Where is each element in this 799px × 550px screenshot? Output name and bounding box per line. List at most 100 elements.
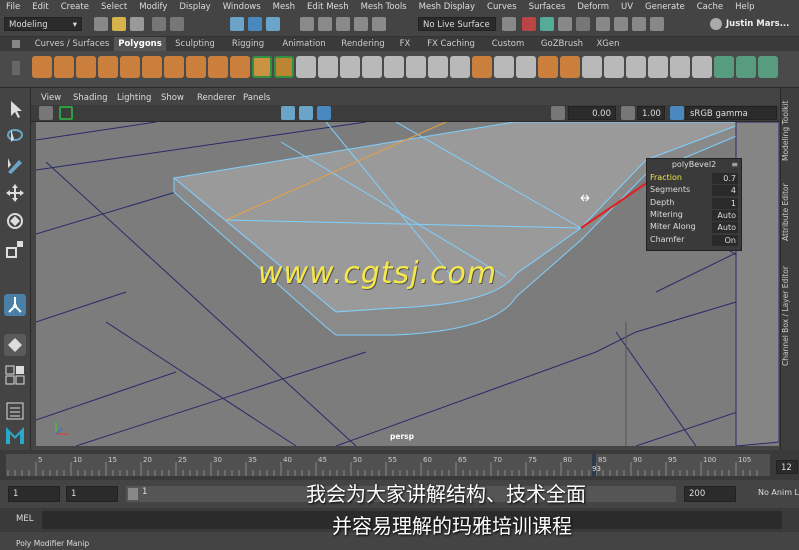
shelf-tab-animation[interactable]: Animation xyxy=(276,37,332,51)
outliner-layout-icon[interactable] xyxy=(4,400,26,422)
sew-uvs-icon[interactable] xyxy=(758,56,778,78)
menu-mesh-display[interactable]: Mesh Display xyxy=(413,2,481,12)
menu-cache[interactable]: Cache xyxy=(691,2,729,12)
bridge-icon[interactable] xyxy=(516,56,536,78)
separate-icon[interactable] xyxy=(406,56,426,78)
shelf-tab-custom[interactable]: Custom xyxy=(488,37,528,51)
wireframe-icon[interactable] xyxy=(281,106,295,120)
panel-menu-view[interactable]: View xyxy=(41,93,61,103)
anim-layer-dropdown[interactable]: No Anim L xyxy=(758,488,799,497)
menu-edit[interactable]: Edit xyxy=(26,2,54,12)
paint-select-tool-icon[interactable] xyxy=(4,154,26,176)
snap-point-icon[interactable] xyxy=(336,17,350,31)
wireframe-on-shaded-icon[interactable] xyxy=(317,106,331,120)
shelf-tab-fx[interactable]: FX xyxy=(394,37,416,51)
panel-menu-renderer[interactable]: Renderer xyxy=(197,93,236,103)
symmetry-icon[interactable] xyxy=(502,17,516,31)
bevel-menu-icon[interactable]: ≡ xyxy=(731,160,738,169)
gamma-icon[interactable] xyxy=(621,106,635,120)
render-settings-icon[interactable] xyxy=(558,17,572,31)
snap-curve-icon[interactable] xyxy=(318,17,332,31)
menu-help[interactable]: Help xyxy=(729,2,760,12)
camera-select-icon[interactable] xyxy=(39,106,53,120)
dock-tab-modeling-toolkit[interactable]: Modeling Toolkit xyxy=(781,96,799,166)
user-account[interactable]: Justin Mars... xyxy=(710,17,798,33)
render-icon[interactable] xyxy=(522,17,536,31)
bevel-row-value[interactable]: 0.7 xyxy=(712,173,738,184)
fill-hole-icon[interactable] xyxy=(582,56,602,78)
combine-icon[interactable] xyxy=(384,56,404,78)
bevel-row-depth[interactable]: Depth 1 xyxy=(650,197,738,210)
new-scene-icon[interactable] xyxy=(94,17,108,31)
modeling-toolkit-icon[interactable] xyxy=(596,17,610,31)
disc-icon[interactable] xyxy=(186,56,206,78)
bevel-row-value[interactable]: 1 xyxy=(712,197,738,209)
platonic-icon[interactable] xyxy=(296,56,316,78)
single-perspective-layout-icon[interactable] xyxy=(4,334,26,356)
attribute-editor-icon[interactable] xyxy=(614,17,628,31)
menu-file[interactable]: File xyxy=(0,2,26,12)
gamma-field[interactable]: 1.00 xyxy=(637,106,665,120)
menu-mesh-tools[interactable]: Mesh Tools xyxy=(355,2,413,12)
live-surface-field[interactable]: No Live Surface xyxy=(418,17,496,31)
modifier-manip-icon[interactable] xyxy=(4,294,26,316)
current-frame-field[interactable]: 12 xyxy=(776,460,798,474)
select-tool-icon[interactable] xyxy=(4,98,26,120)
svg-icon[interactable] xyxy=(274,56,294,78)
time-slider-track[interactable]: 5 10 15 20 25 30 35 40 45 50 55 60 65 70 75 80 85 90 95 100… xyxy=(6,454,786,476)
undo-icon[interactable] xyxy=(152,17,166,31)
dock-tab-channel-box-layer-editor[interactable]: Channel Box / Layer Editor xyxy=(781,260,799,372)
menu-set-dropdown[interactable]: Modeling ▾ xyxy=(4,17,82,31)
shelf-tab-fx-caching[interactable]: FX Caching xyxy=(422,37,480,51)
spherical-harmonics-icon[interactable] xyxy=(362,56,382,78)
menu-select[interactable]: Select xyxy=(95,2,133,12)
bevel-row-mitering[interactable]: Mitering Auto xyxy=(650,209,738,222)
bevel-row-value[interactable]: On xyxy=(712,234,738,246)
save-scene-icon[interactable] xyxy=(130,17,144,31)
auto-map-icon[interactable] xyxy=(736,56,756,78)
bevel-row-value[interactable]: Auto xyxy=(712,222,738,234)
bevel-row-segments[interactable]: Segments 4 xyxy=(650,185,738,197)
cube-icon[interactable] xyxy=(54,56,74,78)
range-handle[interactable] xyxy=(128,488,138,500)
menu-uv[interactable]: UV xyxy=(615,2,639,12)
panel-menu-show[interactable]: Show xyxy=(161,93,184,103)
bevel-row-value[interactable]: Auto xyxy=(712,209,738,221)
cylinder-icon[interactable] xyxy=(76,56,96,78)
select-hierarchy-icon[interactable] xyxy=(230,17,244,31)
ipr-render-icon[interactable] xyxy=(540,17,554,31)
shelf-tab-polygons[interactable]: Polygons xyxy=(114,37,166,51)
select-component-icon[interactable] xyxy=(266,17,280,31)
snap-surface-icon[interactable] xyxy=(372,17,386,31)
menu-windows[interactable]: Windows xyxy=(217,2,267,12)
menu-deform[interactable]: Deform xyxy=(571,2,615,12)
planar-map-icon[interactable] xyxy=(714,56,734,78)
channel-box-icon[interactable] xyxy=(650,17,664,31)
shelf-tab-sculpting[interactable]: Sculpting xyxy=(170,37,220,51)
menu-generate[interactable]: Generate xyxy=(639,2,691,12)
sphere-icon[interactable] xyxy=(32,56,52,78)
move-tool-icon[interactable] xyxy=(4,182,26,204)
lasso-tool-icon[interactable] xyxy=(4,126,26,148)
hypershade-icon[interactable] xyxy=(576,17,590,31)
tool-settings-icon[interactable] xyxy=(632,17,646,31)
menu-mesh[interactable]: Mesh xyxy=(267,2,301,12)
bevel-row-fraction[interactable]: Fraction 0.7 xyxy=(650,173,738,185)
boolean-icon[interactable] xyxy=(472,56,492,78)
shelf-tab-curves-surfaces[interactable]: Curves / Surfaces xyxy=(30,37,114,51)
camera-attributes-icon[interactable] xyxy=(59,106,73,120)
time-slider[interactable]: 5 10 15 20 25 30 35 40 45 50 55 60 65 70 75 80 85 90 95 100… xyxy=(0,450,799,480)
quad-draw-icon[interactable] xyxy=(670,56,690,78)
plane-icon[interactable] xyxy=(120,56,140,78)
pyramid-icon[interactable] xyxy=(164,56,184,78)
bevel-icon[interactable] xyxy=(560,56,580,78)
menu-modify[interactable]: Modify xyxy=(133,2,173,12)
extrude-icon[interactable] xyxy=(538,56,558,78)
select-object-icon[interactable] xyxy=(248,17,262,31)
start-time-field[interactable]: 1 xyxy=(8,486,60,502)
view-transform-dropdown[interactable]: sRGB gamma xyxy=(685,106,777,120)
smooth-shade-icon[interactable] xyxy=(299,106,313,120)
four-view-layout-icon[interactable] xyxy=(4,364,26,386)
dock-tab-attribute-editor[interactable]: Attribute Editor xyxy=(781,174,799,250)
pipe-icon[interactable] xyxy=(208,56,228,78)
